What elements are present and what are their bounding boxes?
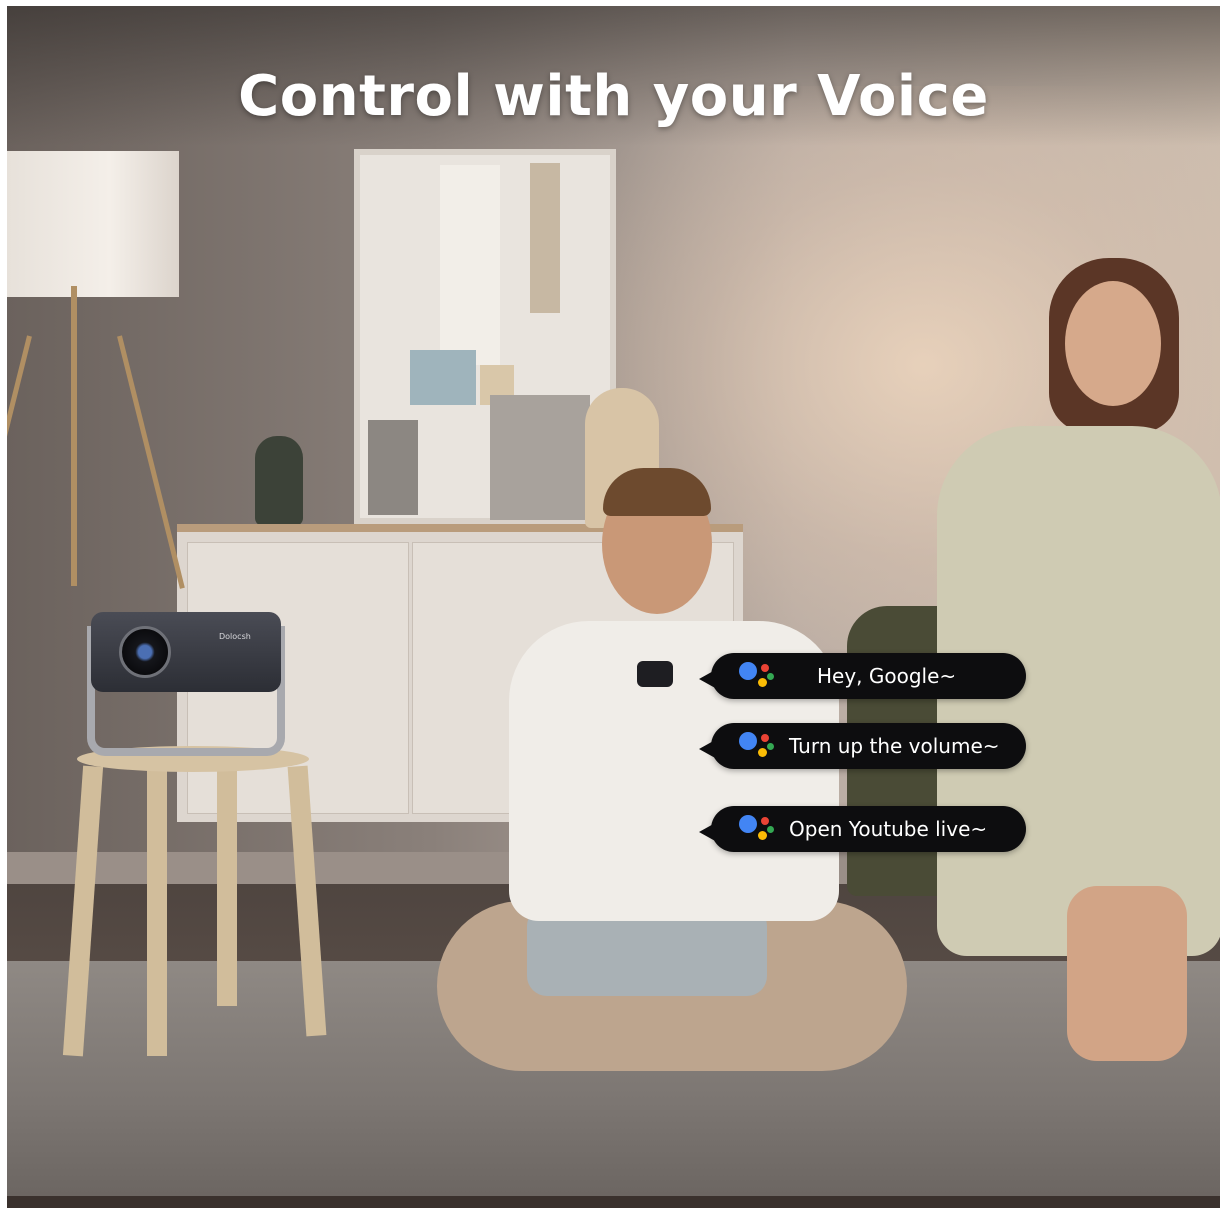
- woman-legs: [1067, 886, 1187, 1061]
- voice-command-text: Open Youtube live~: [789, 817, 988, 841]
- stool-leg: [147, 766, 167, 1056]
- dark-vase: [255, 436, 303, 526]
- voice-command-text: Hey, Google~: [817, 664, 957, 688]
- voice-bubble-youtube: Open Youtube live~: [699, 806, 1026, 852]
- remote-control: [637, 661, 673, 687]
- google-assistant-icon: [739, 728, 775, 764]
- abstract-painting: [354, 149, 616, 524]
- floor-lamp-leg: [117, 335, 185, 589]
- floor-lamp-shade: [7, 151, 179, 297]
- projector-lens: [119, 626, 171, 678]
- floor-lamp-pole: [71, 286, 77, 586]
- bottom-border: [7, 1196, 1220, 1208]
- page-title: Control with your Voice: [238, 64, 989, 129]
- voice-bubble-volume: Turn up the volume~: [699, 723, 1026, 769]
- google-assistant-icon: [739, 811, 775, 847]
- projector: Dolocsh: [91, 612, 281, 692]
- scene-photo: Dolocsh Control with your Voice Hey, Goo…: [7, 6, 1220, 1208]
- woman-face: [1065, 281, 1161, 406]
- projector-brand-logo: Dolocsh: [219, 632, 251, 641]
- voice-command-text: Turn up the volume~: [789, 734, 1000, 758]
- voice-bubble-hey-google: Hey, Google~: [699, 653, 1026, 699]
- google-assistant-icon: [739, 658, 775, 694]
- floor-lamp-leg: [7, 335, 32, 580]
- stool-leg: [217, 766, 237, 1006]
- man-hair: [603, 468, 711, 516]
